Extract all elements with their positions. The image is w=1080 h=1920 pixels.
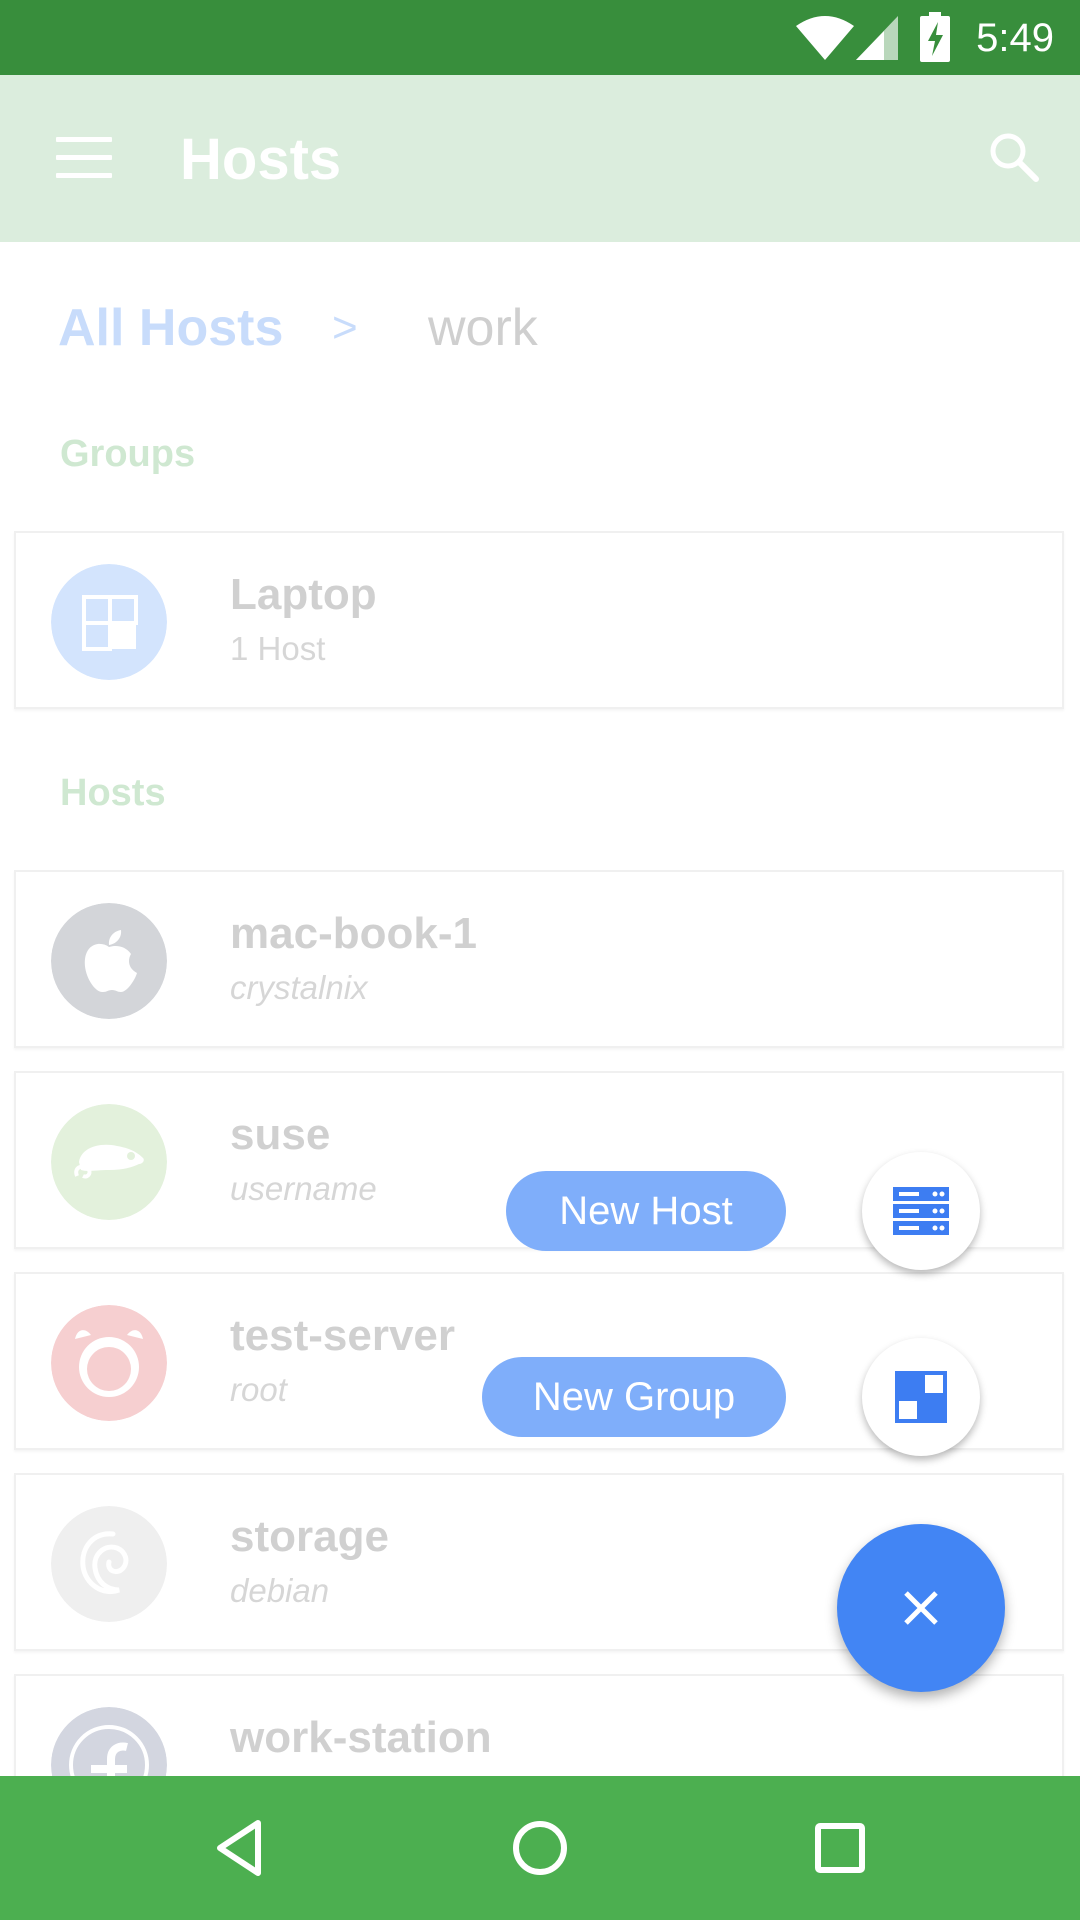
screen: 5:49 Hosts All Hosts > work Groups Lapto… — [0, 0, 1080, 1920]
groups-section-label: Groups — [60, 433, 196, 475]
back-icon[interactable] — [206, 1813, 276, 1883]
host-username: debian — [230, 1572, 330, 1609]
host-name: test-server — [230, 1311, 456, 1360]
close-icon — [904, 1591, 938, 1625]
group-name: Laptop — [230, 570, 377, 619]
menu-icon[interactable] — [56, 137, 112, 179]
host-name: work-station — [230, 1713, 492, 1762]
breadcrumb-current: work — [428, 299, 538, 357]
close-speed-dial-button[interactable] — [837, 1524, 1005, 1692]
host-username: crystalnix — [230, 969, 368, 1006]
wifi-icon — [796, 16, 854, 60]
new-host-label[interactable]: New Host — [506, 1171, 786, 1251]
new-group-button[interactable] — [862, 1338, 980, 1456]
new-host-button[interactable] — [862, 1152, 980, 1270]
host-name: suse — [230, 1110, 331, 1159]
cellular-signal-icon — [856, 16, 898, 60]
host-card-mac-book-1[interactable]: mac-book-1 crystalnix — [14, 870, 1064, 1048]
battery-charging-icon — [920, 12, 950, 62]
app-bar: Hosts — [0, 75, 1080, 242]
clock: 5:49 — [976, 16, 1054, 60]
freebsd-icon — [51, 1305, 167, 1421]
group-icon — [51, 564, 167, 680]
breadcrumb-all-hosts[interactable]: All Hosts — [58, 296, 283, 360]
apple-icon — [51, 903, 167, 1019]
group-host-count: 1 Host — [230, 630, 326, 667]
group-card-laptop[interactable]: Laptop 1 Host — [14, 531, 1064, 709]
recents-icon[interactable] — [805, 1813, 875, 1883]
search-icon[interactable] — [988, 131, 1040, 183]
hosts-section-label: Hosts — [60, 772, 166, 814]
server-icon — [893, 1187, 949, 1235]
new-group-label[interactable]: New Group — [482, 1357, 786, 1437]
group-add-icon — [895, 1371, 947, 1423]
navigation-bar — [0, 1776, 1080, 1920]
breadcrumb-separator: > — [332, 303, 358, 352]
status-bar: 5:49 — [0, 0, 1080, 75]
host-name: mac-book-1 — [230, 909, 477, 958]
page-title: Hosts — [180, 127, 342, 192]
suse-icon — [51, 1104, 167, 1220]
host-username: root — [230, 1371, 287, 1408]
host-username: username — [230, 1170, 377, 1207]
host-name: storage — [230, 1512, 389, 1561]
home-icon[interactable] — [505, 1813, 575, 1883]
debian-icon — [51, 1506, 167, 1622]
